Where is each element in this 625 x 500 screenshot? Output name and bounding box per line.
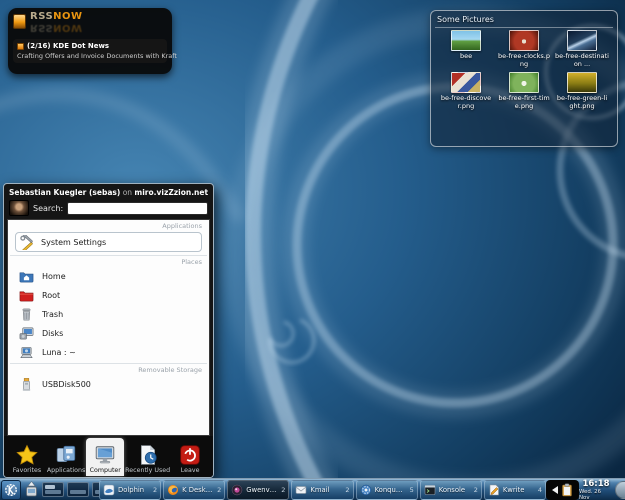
- file-icon-bee[interactable]: bee: [437, 30, 495, 68]
- device-notifier-icon[interactable]: [24, 481, 39, 499]
- klipper-clipboard-icon[interactable]: [561, 483, 573, 497]
- rss-article-summary: Crafting Offers and Invoice Documents wi…: [17, 52, 163, 60]
- konqueror-icon: [360, 484, 372, 496]
- red-folder-icon: [19, 288, 34, 303]
- star-icon: [16, 444, 38, 466]
- window-count: 4: [538, 486, 542, 494]
- dolphin-icon: [103, 484, 115, 496]
- photo-thumbnail-clocks: [509, 30, 539, 51]
- place-item-disks[interactable]: Disks: [8, 324, 209, 343]
- rssnow-logo: RSSNOW: [30, 12, 83, 22]
- task-dolphin[interactable]: Dolphin 2: [99, 480, 161, 500]
- task-konsole[interactable]: Konsole 2: [420, 480, 482, 500]
- desktop-2-cell[interactable]: [67, 482, 89, 497]
- desktop-1-cell[interactable]: [42, 482, 64, 497]
- menu-item-system-settings[interactable]: System Settings: [15, 232, 202, 252]
- kickoff-header: Sebastian Kuegler (sebas) on miro.vizZzi…: [4, 184, 213, 219]
- photo-thumbnail-green-light: [567, 72, 597, 93]
- tab-recently-used[interactable]: Recently Used: [125, 438, 170, 476]
- usb-drive-icon: [19, 377, 34, 392]
- task-k-desktop[interactable]: K Desktop En... 2: [163, 480, 225, 500]
- kde-logo-icon: [4, 483, 18, 497]
- tab-applications[interactable]: Applications: [47, 438, 85, 476]
- task-gwenview[interactable]: Gwenview 2: [227, 480, 289, 500]
- kickoff-body: Applications System Settings Places: [7, 219, 210, 436]
- folderview-title: Some Pictures: [437, 15, 611, 24]
- file-icon-discover[interactable]: be-free-discover.png: [437, 72, 495, 110]
- task-kmail[interactable]: Kmail 2: [291, 480, 353, 500]
- file-icon-green-light[interactable]: be-free-green-light.png: [553, 72, 611, 110]
- file-icon-destination[interactable]: be-free-destination ...: [553, 30, 611, 68]
- device-item-usbdisk500[interactable]: USBDisk500: [8, 375, 209, 394]
- window-count: 2: [153, 486, 157, 494]
- place-item-home[interactable]: Home: [8, 267, 209, 286]
- tab-favorites[interactable]: Favorites: [8, 438, 46, 476]
- photo-thumbnail-field: [509, 72, 539, 93]
- tray-expand-arrow-icon[interactable]: [552, 486, 558, 494]
- tab-computer[interactable]: Computer: [86, 438, 124, 476]
- place-item-luna[interactable]: Luna : ~: [8, 343, 209, 362]
- rss-item-icon: [17, 43, 24, 50]
- applications-icon: [55, 444, 77, 466]
- task-manager: Dolphin 2 K Desktop En... 2 Gwenview: [99, 480, 546, 500]
- window-count: 2: [281, 486, 285, 494]
- search-label: Search:: [33, 204, 63, 213]
- rss-article[interactable]: (2/16) KDE Dot News Crafting Offers and …: [13, 39, 167, 63]
- computer-icon: [94, 444, 116, 466]
- laptop-icon: [19, 345, 34, 360]
- kickoff-user-line: Sebastian Kuegler (sebas) on miro.vizZzi…: [9, 188, 208, 197]
- file-icon-clocks[interactable]: be-free-clocks.png: [495, 30, 553, 68]
- place-item-trash[interactable]: Trash: [8, 305, 209, 324]
- rssnow-widget[interactable]: RSSNOW RSSNOW (2/16) KDE Dot News Crafti…: [8, 8, 172, 74]
- clock-time: 16:18: [582, 480, 609, 489]
- power-icon: [179, 444, 201, 466]
- trash-icon: [19, 307, 34, 322]
- window-count: 2: [345, 486, 349, 494]
- disks-icon: [19, 326, 34, 341]
- folderview-widget: Some Pictures bee be-free-clocks.png be-…: [430, 10, 618, 147]
- gwenview-icon: [231, 484, 243, 496]
- place-item-root[interactable]: Root: [8, 286, 209, 305]
- window-count: 2: [474, 486, 478, 494]
- folderview-separator: [435, 27, 613, 28]
- file-icon-first-time[interactable]: be-free-first-time.png: [495, 72, 553, 110]
- avatar: [9, 200, 29, 216]
- task-konqueror[interactable]: Konqueror 5: [356, 480, 418, 500]
- panel-cashew-toolbox[interactable]: [615, 481, 625, 499]
- desktop: RSSNOW RSSNOW (2/16) KDE Dot News Crafti…: [0, 0, 625, 500]
- rssnow-header: RSSNOW RSSNOW: [13, 12, 167, 38]
- photo-thumbnail-destination: [567, 30, 597, 51]
- kwrite-icon: [488, 484, 500, 496]
- taskbar-panel: Dolphin 2 K Desktop En... 2 Gwenview: [0, 478, 625, 500]
- kickoff-tab-bar: Favorites Applications: [4, 436, 213, 477]
- window-count: 2: [217, 486, 221, 494]
- firefox-icon: [167, 484, 179, 496]
- tab-leave[interactable]: Leave: [171, 438, 209, 476]
- konsole-icon: [424, 484, 436, 496]
- search-input[interactable]: [67, 202, 208, 215]
- task-kwrite[interactable]: Kwrite 4: [484, 480, 546, 500]
- rssnow-logo-reflection: RSSNOW: [30, 22, 83, 32]
- home-folder-icon: [19, 269, 34, 284]
- photo-thumbnail-landscape: [451, 30, 481, 51]
- system-settings-icon: [20, 235, 35, 250]
- section-label-applications: Applications: [8, 220, 209, 231]
- kde-menu-button[interactable]: [1, 480, 21, 500]
- kickoff-launcher: Sebastian Kuegler (sebas) on miro.vizZzi…: [3, 183, 214, 478]
- photo-thumbnail-collage: [451, 72, 481, 93]
- rss-article-title: (2/16) KDE Dot News: [27, 42, 109, 50]
- recent-documents-icon: [137, 444, 159, 466]
- digital-clock[interactable]: 16:18 Wed. 26 Nov: [579, 480, 613, 500]
- section-label-places: Places: [8, 256, 209, 267]
- window-count: 5: [410, 486, 414, 494]
- kmail-icon: [295, 484, 307, 496]
- section-label-removable-storage: Removable Storage: [8, 364, 209, 375]
- rss-feed-icon: [13, 14, 26, 29]
- system-tray: [546, 480, 579, 500]
- clock-date: Wed. 26 Nov: [579, 489, 613, 500]
